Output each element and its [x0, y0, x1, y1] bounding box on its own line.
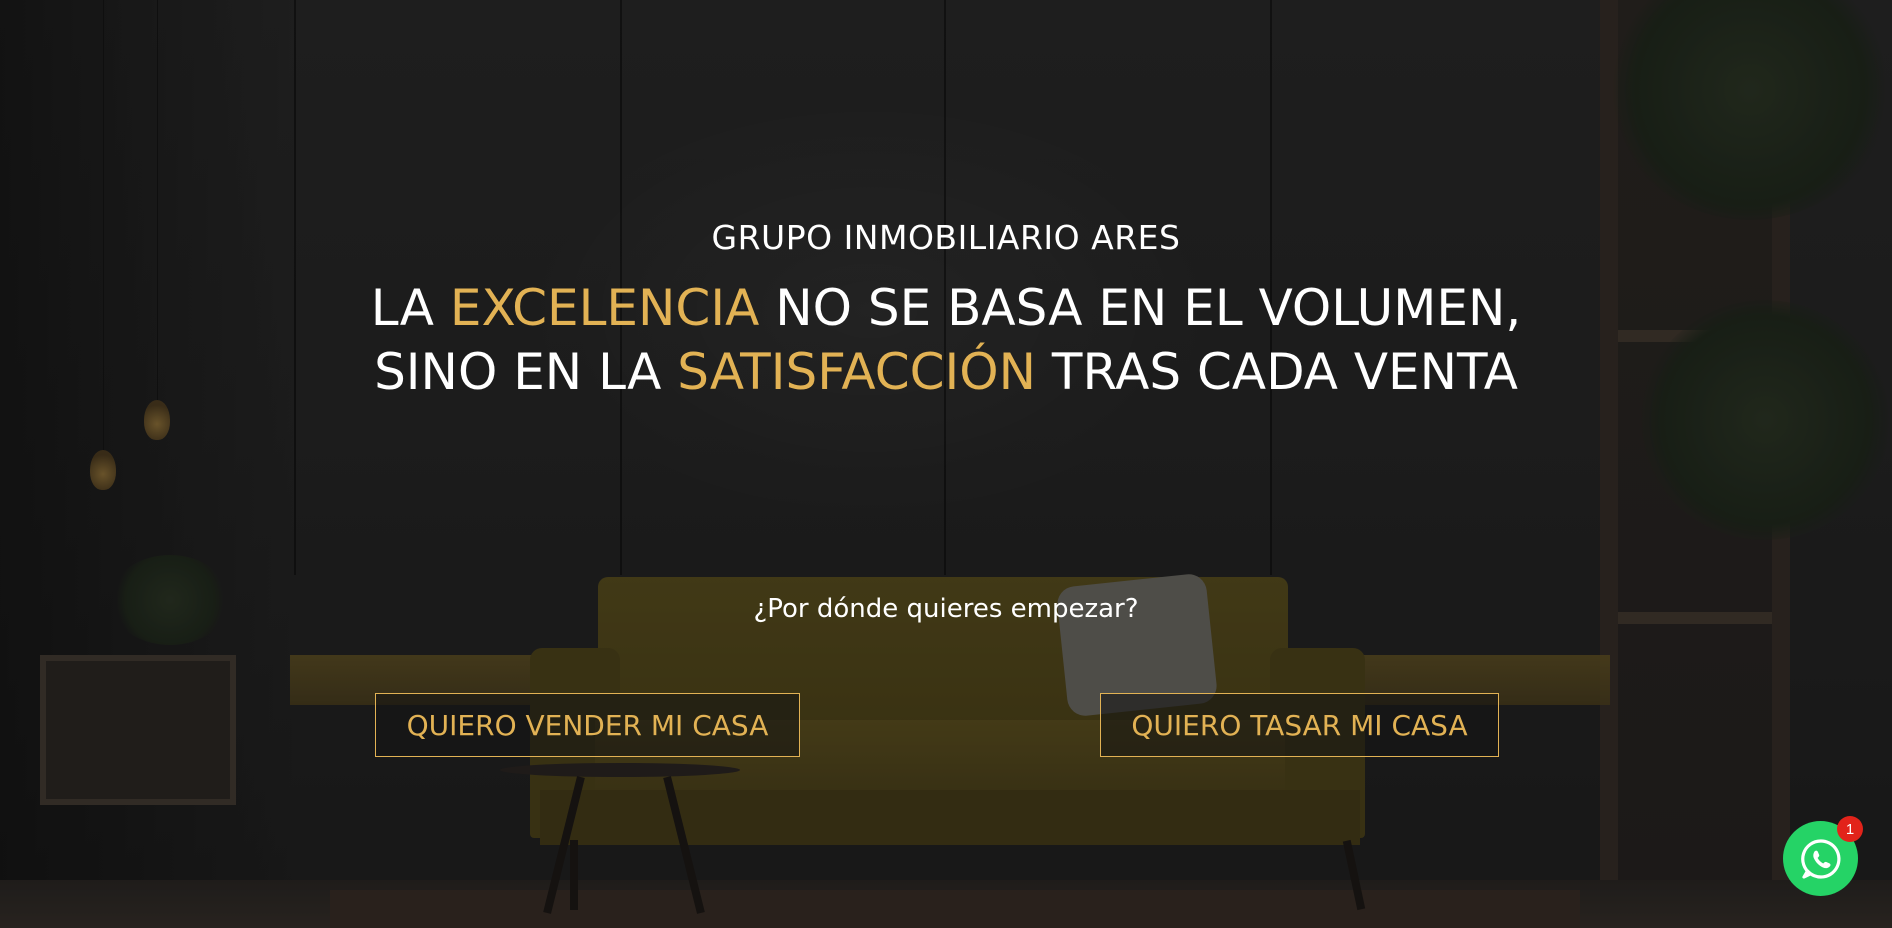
headline-highlight: SATISFACCIÓN [677, 343, 1037, 401]
hero-section: GRUPO INMOBILIARIO ARES LA EXCELENCIA NO… [0, 0, 1892, 928]
sell-house-button[interactable]: QUIERO VENDER MI CASA [375, 693, 800, 757]
whatsapp-icon [1800, 838, 1840, 879]
hero-headline: LA EXCELENCIA NO SE BASA EN EL VOLUMEN, … [0, 276, 1892, 404]
notification-badge: 1 [1837, 816, 1863, 842]
headline-text: SINO EN LA [374, 343, 678, 401]
headline-text: LA [370, 279, 450, 337]
headline-highlight: EXCELENCIA [449, 279, 760, 337]
brand-name: GRUPO INMOBILIARIO ARES [711, 218, 1181, 257]
hero-content: GRUPO INMOBILIARIO ARES LA EXCELENCIA NO… [0, 0, 1892, 928]
headline-text: TRAS CADA VENTA [1036, 343, 1518, 401]
headline-line-1: LA EXCELENCIA NO SE BASA EN EL VOLUMEN, [0, 276, 1892, 340]
headline-text: NO SE BASA EN EL VOLUMEN, [759, 279, 1522, 337]
start-question: ¿Por dónde quieres empezar? [753, 594, 1139, 624]
value-house-button[interactable]: QUIERO TASAR MI CASA [1100, 693, 1499, 757]
headline-line-2: SINO EN LA SATISFACCIÓN TRAS CADA VENTA [0, 340, 1892, 404]
